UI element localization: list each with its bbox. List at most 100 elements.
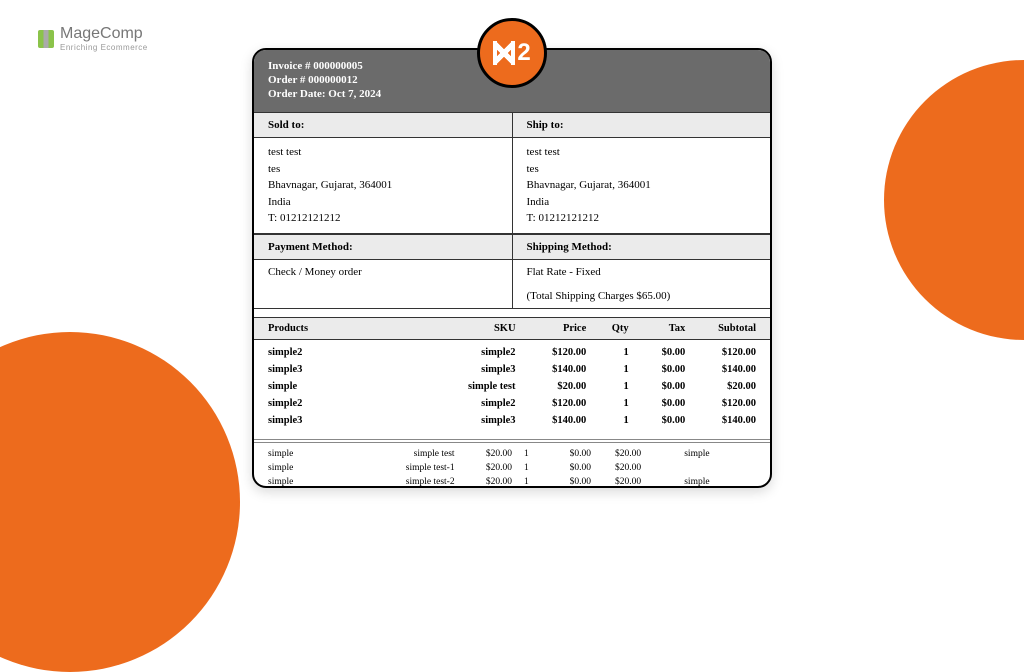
brand-tagline: Enriching Ecommerce: [60, 43, 148, 52]
sold-to-country: India: [268, 194, 498, 211]
shipping-total: (Total Shipping Charges $65.00): [527, 290, 757, 302]
cell-blank: [641, 477, 684, 487]
cell-sku: simple2: [424, 398, 516, 409]
ship-to-country: India: [527, 194, 757, 211]
col-subtotal: Subtotal: [685, 323, 756, 334]
cell-tax: $0.00: [541, 477, 591, 487]
cell-sku: simple test-1: [361, 463, 454, 473]
payment-method-value: Check / Money order: [254, 260, 513, 308]
brand-name: MageComp: [60, 25, 148, 43]
table-row: simple2simple2$120.001$0.00$120.00: [254, 395, 770, 412]
cell-tax: $0.00: [629, 398, 686, 409]
shipping-method-label: Shipping Method:: [513, 235, 771, 259]
cell-product: simple2: [268, 347, 424, 358]
cell-qty: 1: [512, 463, 541, 473]
cell-blank: [641, 463, 684, 473]
invoice-document: Invoice # 000000005 Order # 000000012 Or…: [252, 48, 772, 488]
decorative-circle-bottom-left: [0, 332, 240, 672]
table-row: simple3simple3$140.001$0.00$140.00: [254, 412, 770, 429]
brand-logo: MageComp Enriching Ecommerce: [38, 25, 148, 52]
col-qty: Qty: [586, 323, 628, 334]
cell-price: $140.00: [516, 364, 587, 375]
cell-product: simple: [268, 463, 361, 473]
magento2-badge: 2: [477, 18, 547, 88]
cell-qty: 1: [512, 477, 541, 487]
col-tax: Tax: [629, 323, 686, 334]
cell-tax: $0.00: [541, 463, 591, 473]
cell-tax: $0.00: [629, 364, 686, 375]
cell-extra: [684, 463, 756, 473]
order-date: Order Date: Oct 7, 2024: [268, 88, 756, 100]
cell-subtotal: $140.00: [685, 364, 756, 375]
cell-qty: 1: [586, 364, 628, 375]
cell-price: $20.00: [455, 477, 512, 487]
ship-to-line2: tes: [527, 161, 757, 178]
cell-price: $120.00: [516, 398, 587, 409]
sold-to-phone: T: 01212121212: [268, 210, 498, 227]
cell-extra: simple: [684, 449, 756, 459]
cell-price: $20.00: [455, 449, 512, 459]
ship-to-city: Bhavnagar, Gujarat, 364001: [527, 177, 757, 194]
col-sku: SKU: [424, 323, 516, 334]
cell-blank: [641, 449, 684, 459]
shipping-method-value: Flat Rate - Fixed: [527, 266, 757, 278]
cell-product: simple3: [268, 415, 424, 426]
cell-tax: $0.00: [629, 415, 686, 426]
cell-price: $20.00: [516, 381, 587, 392]
cell-subtotal: $120.00: [685, 398, 756, 409]
methods-header-row: Payment Method: Shipping Method:: [254, 234, 770, 260]
cell-tax: $0.00: [629, 347, 686, 358]
cell-subtotal: $120.00: [685, 347, 756, 358]
cell-product: simple: [268, 449, 361, 459]
methods-body-row: Check / Money order Flat Rate - Fixed (T…: [254, 260, 770, 309]
cell-subtotal: $20.00: [591, 477, 641, 487]
cell-product: simple: [268, 381, 424, 392]
cell-subtotal: $20.00: [591, 449, 641, 459]
cell-product: simple2: [268, 398, 424, 409]
cell-sku: simple2: [424, 347, 516, 358]
payment-method-label: Payment Method:: [254, 235, 513, 259]
cell-price: $140.00: [516, 415, 587, 426]
sold-to-name: test test: [268, 144, 498, 161]
addresses-body-row: test test tes Bhavnagar, Gujarat, 364001…: [254, 138, 770, 234]
badge-number: 2: [517, 39, 530, 67]
cell-sku: simple test: [424, 381, 516, 392]
cell-extra: simple: [684, 477, 756, 487]
cell-subtotal: $20.00: [685, 381, 756, 392]
magento-m-icon: [493, 41, 515, 65]
cell-qty: 1: [586, 381, 628, 392]
cell-product: simple3: [268, 364, 424, 375]
items-table-header: Products SKU Price Qty Tax Subtotal: [254, 317, 770, 340]
table-row: simplesimple test-1$20.001$0.00$20.00: [254, 461, 770, 475]
cell-qty: 1: [512, 449, 541, 459]
col-price: Price: [516, 323, 587, 334]
ship-to-name: test test: [527, 144, 757, 161]
decorative-circle-top-right: [884, 60, 1024, 340]
col-products: Products: [268, 323, 424, 334]
table-row: simplesimple test$20.001$0.00$20.00simpl…: [254, 447, 770, 461]
cell-qty: 1: [586, 347, 628, 358]
cell-qty: 1: [586, 415, 628, 426]
addresses-header-row: Sold to: Ship to:: [254, 112, 770, 138]
cell-price: $120.00: [516, 347, 587, 358]
table-row: simple3simple3$140.001$0.00$140.00: [254, 361, 770, 378]
table-row: simplesimple test-2$20.001$0.00$20.00sim…: [254, 475, 770, 489]
ship-to-address: test test tes Bhavnagar, Gujarat, 364001…: [513, 138, 771, 233]
items-table-body: simple2simple2$120.001$0.00$120.00simple…: [254, 340, 770, 433]
shipping-method-block: Flat Rate - Fixed (Total Shipping Charge…: [513, 260, 771, 308]
cell-tax: $0.00: [541, 449, 591, 459]
ship-to-label: Ship to:: [513, 113, 771, 137]
sold-to-address: test test tes Bhavnagar, Gujarat, 364001…: [254, 138, 513, 233]
cell-sku: simple test: [361, 449, 454, 459]
sold-to-line2: tes: [268, 161, 498, 178]
ship-to-phone: T: 01212121212: [527, 210, 757, 227]
cell-price: $20.00: [455, 463, 512, 473]
table-row: simple2simple2$120.001$0.00$120.00: [254, 344, 770, 361]
logo-mark-icon: [38, 30, 54, 48]
sold-to-label: Sold to:: [254, 113, 513, 137]
cell-subtotal: $140.00: [685, 415, 756, 426]
items-bottom-band: simplesimple test$20.001$0.00$20.00simpl…: [254, 439, 770, 489]
sold-to-city: Bhavnagar, Gujarat, 364001: [268, 177, 498, 194]
cell-sku: simple test-2: [361, 477, 454, 487]
cell-product: simple: [268, 477, 361, 487]
